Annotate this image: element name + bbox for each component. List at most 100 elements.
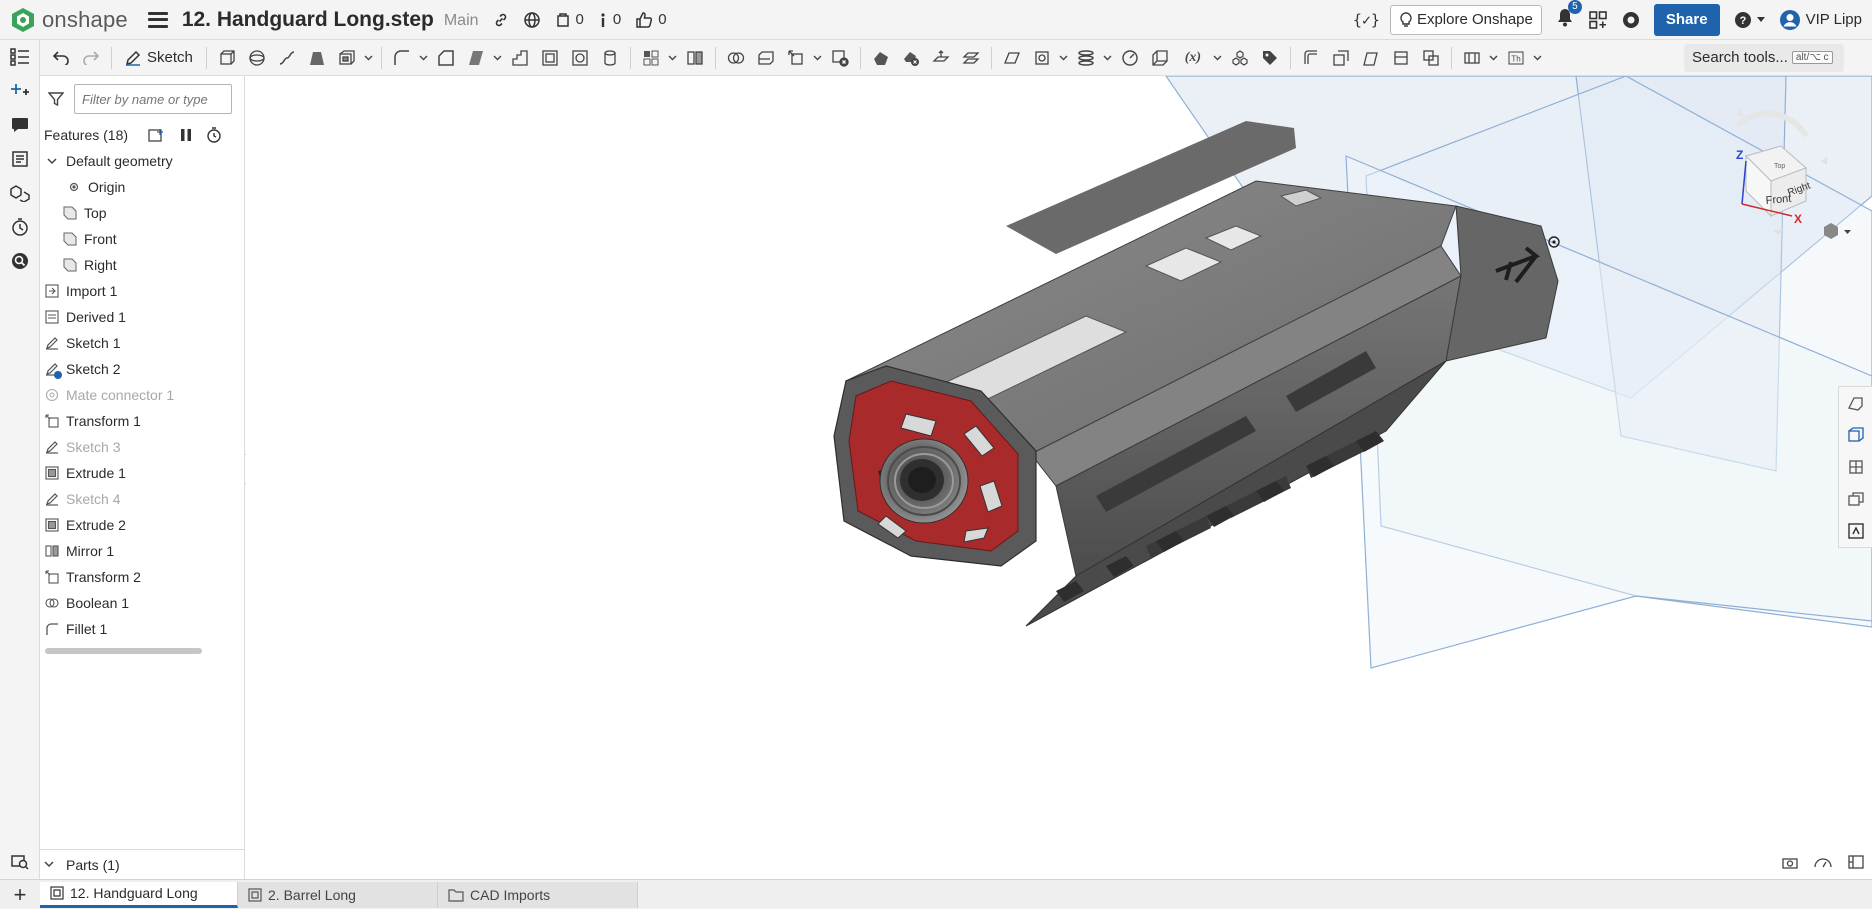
chevron-down-icon[interactable]: [491, 44, 505, 72]
delete-face-icon[interactable]: [896, 44, 926, 72]
add-folder-icon[interactable]: [148, 127, 166, 143]
feature-item[interactable]: Fillet 1: [40, 616, 244, 642]
sheet-metal-icon[interactable]: [1296, 44, 1326, 72]
transform-tool-icon[interactable]: [781, 44, 811, 72]
chevron-down-icon[interactable]: [362, 44, 376, 72]
shell-tool-icon[interactable]: [535, 44, 565, 72]
chevron-down-icon[interactable]: [1057, 44, 1071, 72]
feature-item[interactable]: Extrude 2: [40, 512, 244, 538]
boolean-tool-icon[interactable]: [721, 44, 751, 72]
add-tab-button[interactable]: +: [0, 880, 40, 910]
variable-tool-icon[interactable]: (x): [1175, 44, 1211, 72]
chevron-down-icon[interactable]: [1531, 44, 1545, 72]
history-icon[interactable]: [0, 210, 40, 244]
share-button[interactable]: Share: [1653, 3, 1720, 36]
model-canvas[interactable]: Front Right Top Z X: [246, 76, 1872, 879]
corner-icon[interactable]: [1416, 44, 1446, 72]
zoom-fit-icon[interactable]: [1814, 855, 1832, 869]
exploded-view-icon[interactable]: [1839, 451, 1872, 483]
likes-counter[interactable]: 0: [635, 11, 667, 29]
chevron-down-icon[interactable]: [811, 44, 825, 72]
bend-icon[interactable]: [1386, 44, 1416, 72]
link-icon[interactable]: [493, 12, 509, 28]
menu-icon[interactable]: [147, 11, 168, 28]
fillet-tool-icon[interactable]: [387, 44, 417, 72]
onshape-logo-icon[interactable]: [10, 7, 36, 33]
feature-item[interactable]: Transform 1: [40, 408, 244, 434]
pattern-tool-icon[interactable]: [636, 44, 666, 72]
search-icon[interactable]: [0, 845, 40, 879]
parts-icon[interactable]: [0, 176, 40, 210]
feature-item[interactable]: Sketch 1: [40, 330, 244, 356]
branch-label[interactable]: Main: [444, 12, 479, 30]
insert-icon[interactable]: [0, 74, 40, 108]
redo-icon[interactable]: [76, 44, 106, 72]
flange-icon[interactable]: [1326, 44, 1356, 72]
tab-barrel-long[interactable]: 2. Barrel Long: [238, 881, 438, 908]
render-studio-icon[interactable]: [1839, 483, 1872, 515]
plane-tool-icon[interactable]: [997, 44, 1027, 72]
panel-scrollbar[interactable]: [45, 648, 202, 654]
graphics-viewport[interactable]: Front Right Top Z X: [246, 76, 1872, 879]
tag-icon[interactable]: [1255, 44, 1285, 72]
feature-item[interactable]: Import 1: [40, 278, 244, 304]
chevron-down-icon[interactable]: [44, 153, 60, 169]
rib-tool-icon[interactable]: [505, 44, 535, 72]
split-tool-icon[interactable]: [751, 44, 781, 72]
search-tools-input[interactable]: Search tools... alt/⌥ c: [1684, 43, 1844, 72]
mate-connector-tool-icon[interactable]: [1027, 44, 1057, 72]
notifications-button[interactable]: 5: [1556, 0, 1582, 32]
view-cube-top[interactable]: Top: [1774, 163, 1785, 170]
section-view-icon[interactable]: [1145, 44, 1175, 72]
sketch-button[interactable]: Sketch: [117, 44, 201, 72]
replace-face-icon[interactable]: [956, 44, 986, 72]
section-view-icon[interactable]: [1848, 855, 1864, 869]
feature-item[interactable]: Transform 2: [40, 564, 244, 590]
modify-fillet-icon[interactable]: [866, 44, 896, 72]
variable-icon[interactable]: {✓}: [1353, 11, 1380, 29]
tab-handguard-long[interactable]: 12. Handguard Long: [40, 881, 238, 908]
feature-item[interactable]: Extrude 1: [40, 460, 244, 486]
filter-input[interactable]: [74, 84, 232, 114]
filter-icon[interactable]: [48, 91, 64, 107]
feature-item[interactable]: Mate connector 1: [40, 382, 244, 408]
info-counter[interactable]: 0: [598, 11, 621, 28]
undo-icon[interactable]: [46, 44, 76, 72]
parts-section[interactable]: Parts (1): [40, 849, 245, 879]
composite-part-icon[interactable]: [1225, 44, 1255, 72]
learning-center-icon[interactable]: [1622, 11, 1640, 29]
tab-icon[interactable]: [1356, 44, 1386, 72]
feature-item[interactable]: Sketch 3: [40, 434, 244, 460]
timer-icon[interactable]: [206, 127, 222, 143]
versions-counter[interactable]: 0: [555, 11, 584, 28]
chamfer-tool-icon[interactable]: [431, 44, 461, 72]
chevron-down-icon[interactable]: [666, 44, 680, 72]
globe-icon[interactable]: [523, 11, 541, 29]
hole-tool-icon[interactable]: [565, 44, 595, 72]
delete-part-icon[interactable]: [825, 44, 855, 72]
default-geometry-folder[interactable]: Default geometry: [40, 148, 244, 174]
text-tool-icon[interactable]: Th: [1501, 44, 1531, 72]
chevron-down-icon[interactable]: [417, 44, 431, 72]
app-store-icon[interactable]: [1588, 10, 1608, 30]
chevron-down-icon[interactable]: [1101, 44, 1115, 72]
help-icon[interactable]: ?: [1734, 11, 1765, 29]
manipulator-icon[interactable]: [1839, 387, 1872, 419]
draft-tool-icon[interactable]: [461, 44, 491, 72]
revolve-tool-icon[interactable]: [242, 44, 272, 72]
user-menu[interactable]: VIP Lipp: [1779, 9, 1862, 31]
comments-icon[interactable]: [0, 108, 40, 142]
feature-item[interactable]: Derived 1: [40, 304, 244, 330]
origin-item[interactable]: Origin: [40, 174, 244, 200]
explore-onshape-button[interactable]: Explore Onshape: [1389, 4, 1542, 35]
sweep-tool-icon[interactable]: [272, 44, 302, 72]
plane-item-front[interactable]: Front: [40, 226, 244, 252]
measure-icon[interactable]: [1115, 44, 1145, 72]
feature-item[interactable]: Mirror 1: [40, 538, 244, 564]
loft-tool-icon[interactable]: [302, 44, 332, 72]
cylinder-tool-icon[interactable]: [595, 44, 625, 72]
pause-icon[interactable]: [180, 128, 192, 142]
tab-cad-imports[interactable]: CAD Imports: [438, 881, 638, 908]
helix-tool-icon[interactable]: [1071, 44, 1101, 72]
plane-item-right[interactable]: Right: [40, 252, 244, 278]
